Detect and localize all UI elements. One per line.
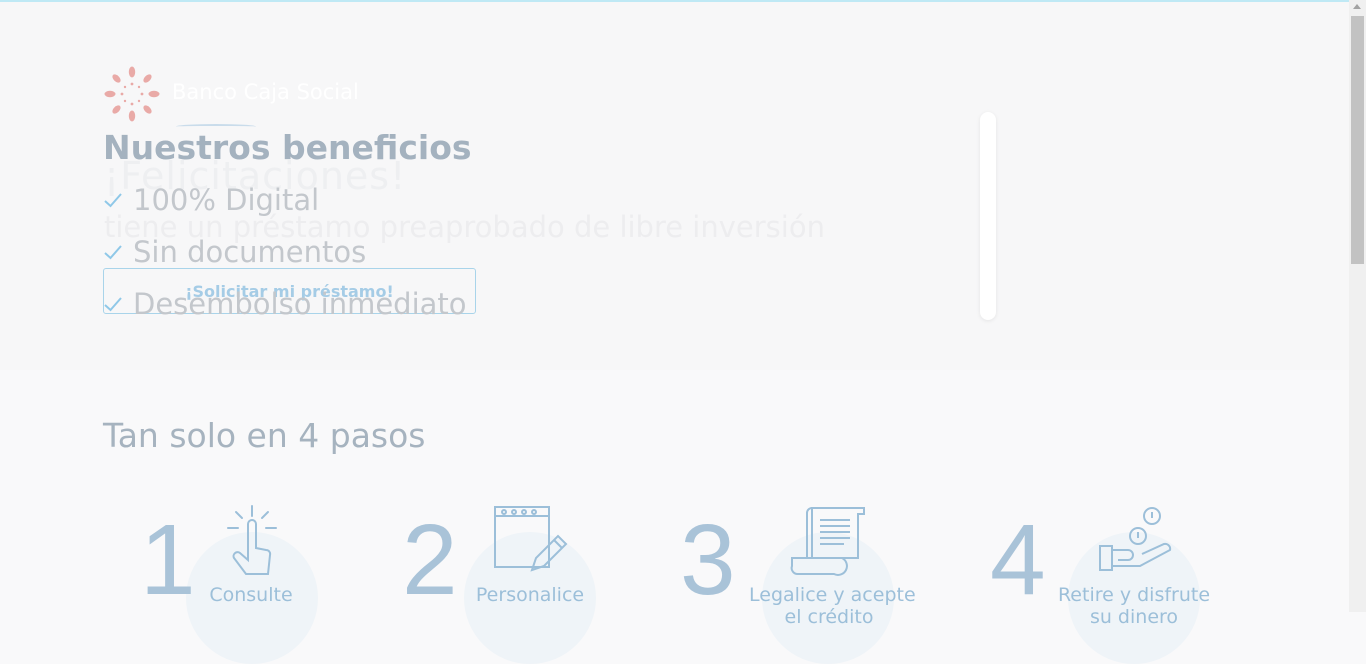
scrollbar-thumb[interactable]: [1351, 16, 1364, 264]
side-panel-pill: [980, 112, 996, 320]
step-label: Legalice y acepte: [749, 584, 916, 606]
scroll-up-arrow-icon[interactable]: [1353, 4, 1361, 9]
bank-logo-text: Banco Caja Social: [172, 80, 359, 104]
step-label-line2: el crédito: [784, 606, 874, 628]
benefit-label: Desembolso inmediato: [133, 287, 467, 321]
step-1: 1 Consulte: [140, 500, 400, 664]
benefit-item: 100% Digital: [103, 180, 319, 220]
steps-title: Tan solo en 4 pasos: [103, 416, 426, 455]
step-number: 4: [990, 504, 1046, 616]
hand-coins-icon: [1099, 507, 1172, 571]
benefits-title: Nuestros beneficios: [103, 128, 472, 167]
step-label: Retire y disfrute: [1057, 584, 1211, 606]
step-label: Personalice: [475, 584, 585, 606]
step-4: 4 Retire y disfrute su dinero: [990, 500, 1250, 664]
check-icon: [104, 297, 122, 312]
bank-logo-icon[interactable]: [104, 66, 160, 122]
step-label: Consulte: [209, 584, 293, 606]
step-3: 3 Legalice y acepte el crédito: [680, 500, 940, 664]
tap-finger-icon: [227, 505, 277, 575]
step-2: 2 Personalice: [402, 500, 662, 664]
benefit-label: Sin documentos: [133, 235, 367, 269]
step-number: 3: [680, 504, 736, 616]
benefit-item: Sin documentos: [103, 232, 366, 272]
page-scrollbar[interactable]: [1349, 0, 1366, 612]
step-label-line2: su dinero: [1089, 606, 1179, 628]
check-icon: [104, 193, 122, 208]
document-scroll-icon: [790, 507, 865, 576]
check-icon: [104, 245, 122, 260]
benefit-label: 100% Digital: [133, 183, 320, 217]
benefit-item: Desembolso inmediato: [103, 284, 467, 324]
notepad-pencil-icon: [494, 506, 568, 572]
